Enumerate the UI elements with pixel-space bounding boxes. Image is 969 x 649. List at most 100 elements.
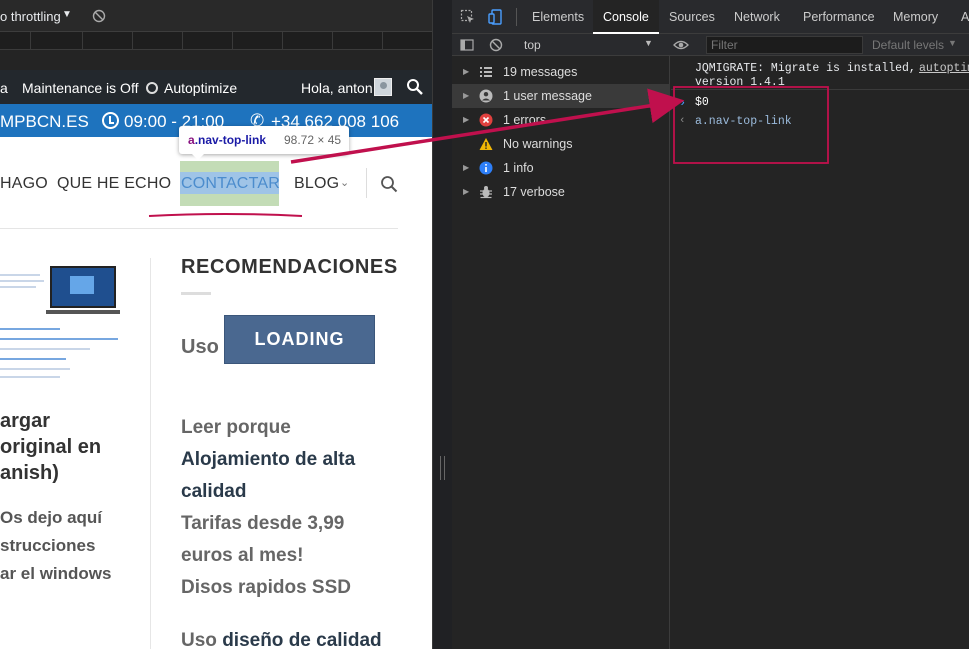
sidebar-text: Uso (181, 336, 219, 358)
sidebar-line: Uso diseño de calidad (181, 630, 382, 649)
screenshot-root: { "preview": { "toolbar": { "throttle": … (0, 0, 969, 649)
drag-handle-icon[interactable] (440, 456, 445, 480)
input-prompt-icon: › (679, 96, 687, 110)
panel-splitter[interactable] (432, 0, 452, 649)
tooltip-selector: a.nav-top-link (188, 133, 267, 147)
expand-triangle-icon[interactable]: ▶ (463, 60, 469, 84)
devtools-tabbar: Elements Console Sources Network Perform… (452, 0, 969, 34)
expand-triangle-icon[interactable]: ▶ (463, 156, 469, 180)
info-icon (479, 161, 493, 175)
context-select[interactable]: top (524, 38, 541, 52)
sidebar-item-label: 19 messages (503, 65, 578, 79)
sidebar-item-messages[interactable]: ▶ 19 messages (452, 60, 670, 84)
avatar[interactable] (374, 78, 392, 96)
nav-item-hago[interactable]: HAGO (0, 175, 48, 193)
list-icon (480, 67, 492, 77)
column-divider (150, 258, 151, 649)
user-greeting[interactable]: Hola, anton (301, 80, 373, 96)
sidebar-line: Tarifas desde 3,99 (181, 513, 345, 534)
warning-icon (479, 138, 493, 150)
sidebar-item-errors[interactable]: ▶ 1 errors (452, 108, 670, 132)
laptop-image (50, 266, 116, 308)
user-icon (479, 89, 493, 103)
tab-console[interactable]: Console (593, 0, 659, 34)
sidebar-item-label: 17 verbose (503, 185, 565, 199)
sidebar-link[interactable]: Alojamiento de alta (181, 444, 355, 476)
console-log-line: version 1.4.1 (695, 76, 785, 89)
nav-item-que-he-echo[interactable]: QUE HE ECHO (57, 175, 171, 193)
heading-underline (181, 292, 211, 295)
sidebar-item-verbose[interactable]: ▶ 17 verbose (452, 180, 670, 204)
sidebar-item-label: 1 info (503, 161, 534, 175)
search-icon[interactable] (406, 78, 424, 96)
console-input-echo: $0 (695, 96, 709, 109)
tab-sources[interactable]: Sources (659, 0, 725, 34)
search-icon[interactable] (380, 175, 398, 193)
console-result[interactable]: a.nav-top-link (695, 115, 792, 128)
chevron-down-icon[interactable]: ▼ (644, 38, 653, 48)
console-log-line: JQMIGRATE: Migrate is installed, autoptim (695, 62, 969, 75)
tab-application[interactable]: A (951, 0, 969, 34)
sidebar-link[interactable]: calidad (181, 476, 355, 508)
expand-triangle-icon[interactable]: ▶ (463, 108, 469, 132)
loading-button[interactable]: LOADING (224, 315, 375, 364)
autoptimize-icon (146, 82, 158, 94)
sidebar-recommendation: Leer porque Alojamiento de alta calidad … (181, 412, 355, 604)
output-prompt-icon: ‹ (679, 115, 686, 127)
site-domain[interactable]: MPBCN.ES (0, 112, 89, 132)
main-nav: HAGO QUE HE ECHO CONTACTAR BLOG ⌄ (0, 160, 432, 208)
expand-triangle-icon[interactable]: ▶ (463, 84, 469, 108)
ruler (0, 32, 432, 50)
sidebar-item-label: No warnings (503, 137, 573, 151)
maintenance-status[interactable]: Maintenance is Off (22, 80, 138, 96)
nav-divider (366, 168, 367, 198)
device-toolbar: o throttling ▼ ⋮ (0, 0, 432, 32)
bug-icon (480, 186, 492, 199)
article-excerpt: ar el windows (0, 564, 112, 583)
tab-elements[interactable]: Elements (522, 0, 594, 34)
tab-performance[interactable]: Performance (793, 0, 885, 34)
log-levels-select[interactable]: Default levels (872, 38, 944, 52)
chevron-down-icon[interactable]: ▼ (948, 38, 957, 48)
article-title[interactable]: anish) (0, 460, 59, 486)
article-title[interactable]: original en (0, 434, 101, 460)
chevron-down-icon[interactable]: ⌄ (340, 176, 349, 189)
sidebar-line: euros al mes! (181, 545, 304, 566)
nav-item-contactar[interactable]: CONTACTAR (181, 175, 280, 193)
device-toolbar-icon[interactable] (488, 9, 504, 25)
sidebar-heading: RECOMENDACIONES (181, 256, 398, 278)
nav-item-blog[interactable]: BLOG (294, 175, 339, 193)
devtools-panel: Elements Console Sources Network Perform… (452, 0, 969, 649)
sidebar-item-label: 1 errors (503, 113, 547, 127)
source-link[interactable]: autoptim (919, 62, 969, 75)
tooltip-arrow (191, 153, 205, 160)
filter-input[interactable] (706, 36, 863, 54)
clear-console-icon[interactable] (489, 38, 503, 52)
nav-divider-line (0, 228, 398, 229)
expand-triangle-icon[interactable]: ▶ (463, 180, 469, 204)
inspect-tooltip: a.nav-top-link 98.72 × 45 (179, 126, 349, 160)
console-output: JQMIGRATE: Migrate is installed, autoptim… (671, 56, 969, 649)
article-thumbnail[interactable] (0, 262, 120, 380)
article-title[interactable]: argar (0, 408, 50, 434)
eye-icon[interactable] (673, 38, 689, 52)
clock-icon (102, 112, 119, 129)
sidebar-item-user-messages[interactable]: ▶ 1 user message (452, 84, 670, 108)
sidebar-link[interactable]: diseño de calidad (222, 630, 381, 649)
tab-memory[interactable]: Memory (883, 0, 948, 34)
ruler-spacer (0, 50, 432, 70)
rotate-disabled-icon[interactable] (92, 9, 106, 23)
autoptimize-link[interactable]: Autoptimize (164, 80, 237, 96)
tab-network[interactable]: Network (724, 0, 790, 34)
article-excerpt: strucciones (0, 536, 96, 555)
throttling-select[interactable]: o throttling (0, 9, 61, 24)
sidebar-item-label: 1 user message (503, 89, 592, 103)
page-preview: o throttling ▼ ⋮ a Maintenance is Off Au… (0, 0, 432, 649)
sidebar-item-warnings[interactable]: No warnings (452, 132, 670, 156)
sidebar-toggle-icon[interactable] (460, 38, 474, 52)
chevron-down-icon[interactable]: ▼ (62, 9, 72, 20)
admin-bar-item[interactable]: a (0, 80, 8, 96)
sidebar-line: Disos rapidos SSD (181, 577, 351, 598)
inspect-element-icon[interactable] (460, 9, 476, 25)
sidebar-item-info[interactable]: ▶ 1 info (452, 156, 670, 180)
